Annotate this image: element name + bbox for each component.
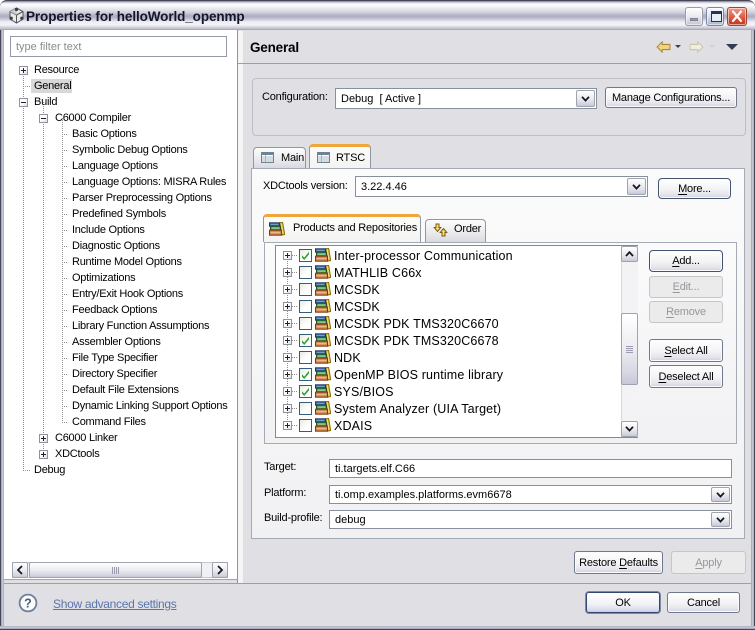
svg-text:?: ? [24, 596, 32, 610]
